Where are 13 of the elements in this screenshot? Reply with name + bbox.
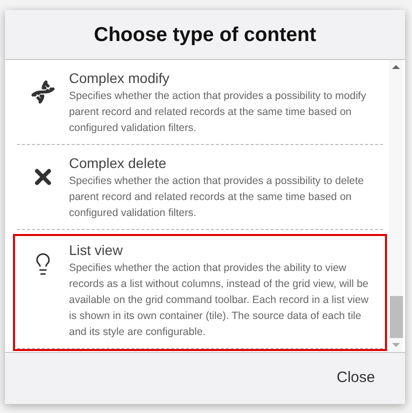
option-title: List view	[69, 241, 124, 260]
close-button[interactable]: Close	[336, 367, 375, 390]
dna-icon	[31, 80, 55, 104]
dialog-title: Choose type of content	[94, 22, 316, 48]
option-description: Specifies whether the action that provides the ability to view records as a list without columns, instead of the grid view, will be available on the grid command toolbar. Each record in a list view is shown in its own container (tile). The source data of each tile and its style are configurable.	[69, 261, 370, 340]
content-type-option[interactable]: Complex modify Specifies whether the action that provides a possibility to modify parent record and related records at the same time based on configured validation filters.	[13, 62, 387, 147]
scrollbar-thumb[interactable]	[390, 296, 402, 338]
option-title: Complex modify	[69, 69, 170, 88]
option-title: Complex delete	[69, 154, 168, 173]
scrollbar[interactable]	[389, 60, 403, 352]
option-description: Specifies whether the action that provides a possibility to delete parent record and related records at the same time based on configured validation filters.	[69, 174, 365, 221]
content-type-option[interactable]: Complex delete Specifies whether the action that provides a possibility to delete parent record and related records at the same time based on configured validation filters.	[13, 147, 387, 232]
option-description: Specifies whether the action that provides a possibility to modify parent record and related records at the same time based on configured validation filters.	[69, 89, 368, 136]
